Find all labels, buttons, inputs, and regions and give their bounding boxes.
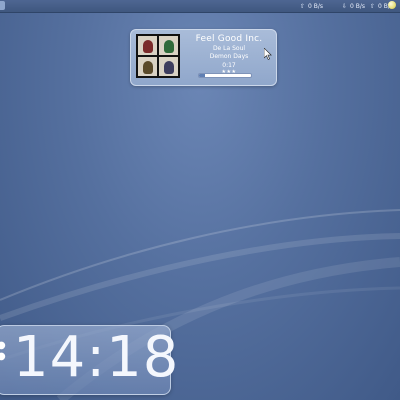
track-title: Feel Good Inc. (195, 34, 263, 44)
mouse-cursor-icon (264, 48, 272, 60)
track-elapsed-time: 0:17 (222, 62, 236, 69)
track-info: Feel Good Inc. De La Soul Demon Days 0:1… (186, 33, 272, 75)
album-art-panel (138, 36, 157, 55)
upload-icon: ⇧ (370, 2, 376, 10)
network-monitor-2[interactable]: ⇩ 0 B/s (342, 0, 365, 12)
album-art-panel (159, 36, 178, 55)
network-monitor-1[interactable]: ⇧ 0 B/s (300, 0, 323, 12)
album-art (136, 34, 180, 78)
system-tray-icon[interactable] (388, 1, 396, 9)
top-panel: ⇧ 0 B/s ⇩ 0 B/s ⇧ 0 B/s (0, 0, 400, 13)
download-icon: ⇩ (342, 2, 348, 10)
network-rate-label: 0 B/s (350, 2, 366, 10)
now-playing-widget[interactable]: Feel Good Inc. De La Soul Demon Days 0:1… (130, 29, 277, 86)
track-progress-fill (199, 74, 206, 77)
album-art-panel (138, 57, 157, 76)
upload-icon: ⇧ (300, 2, 306, 10)
panel-launcher-button[interactable] (0, 1, 5, 10)
track-album: Demon Days (209, 53, 249, 60)
track-artist: De La Soul (212, 45, 246, 52)
clock-date-indicator-icon: ● ● (0, 340, 6, 362)
network-rate-label: 0 B/s (308, 2, 324, 10)
track-progress-bar[interactable] (198, 73, 252, 78)
digital-clock-widget[interactable]: ● ● 14:18 (0, 325, 178, 395)
album-art-panel (159, 57, 178, 76)
clock-time: 14:18 (13, 325, 180, 390)
